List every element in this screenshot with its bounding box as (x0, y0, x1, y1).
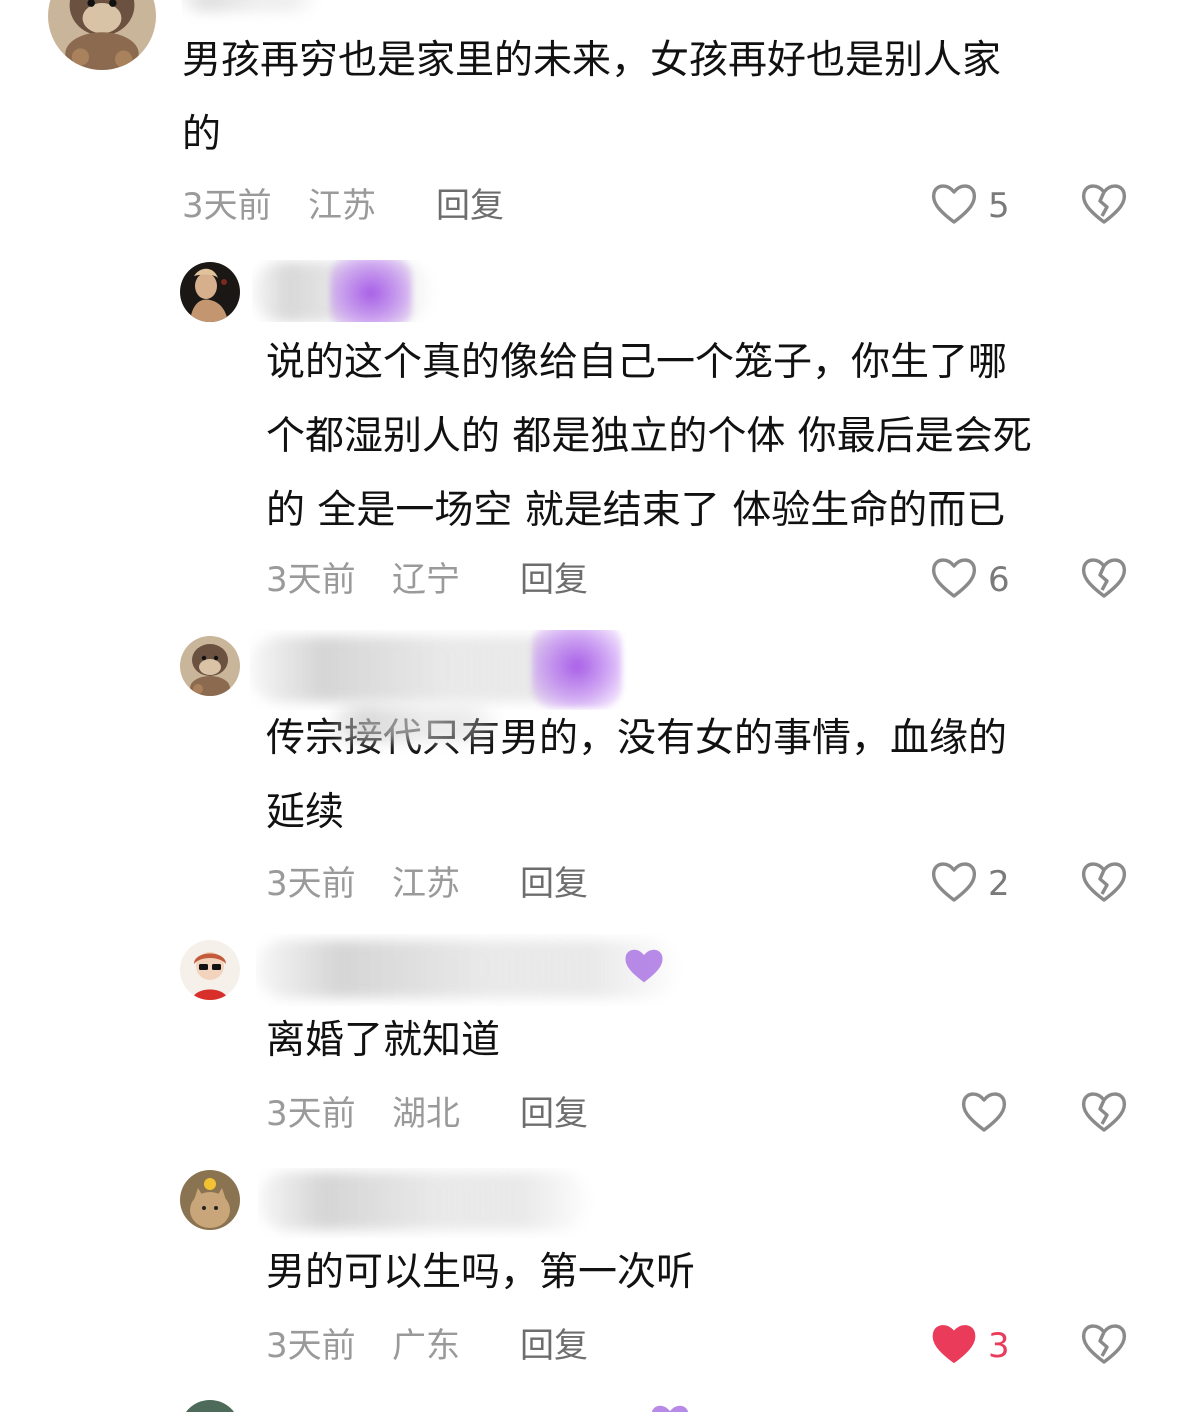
avatar-next[interactable] (180, 1400, 240, 1412)
reply-button[interactable]: 回复 (520, 1326, 588, 1366)
reply-button[interactable]: 回复 (520, 1094, 588, 1134)
reply-button[interactable]: 回复 (436, 186, 504, 226)
like-count: 2 (988, 864, 1010, 904)
comment-time: 3天前 (182, 186, 272, 226)
broken-heart-icon[interactable] (1080, 1322, 1128, 1366)
comment-time: 3天前 (266, 1094, 356, 1134)
purple-heart-icon (622, 946, 666, 986)
username[interactable] (250, 630, 630, 710)
comment-text-line: 男的可以生吗，第一次听 (266, 1250, 696, 1295)
broken-heart-icon[interactable] (1080, 182, 1128, 226)
comment-list: 男孩再穷也是家里的未来，女孩再好也是别人家 的 3天前 江苏 回复 5 说的这个… (0, 0, 1179, 1412)
heart-outline-icon[interactable] (930, 860, 978, 904)
broken-heart-icon[interactable] (1080, 1090, 1128, 1134)
comment-location: 辽宁 (392, 560, 460, 600)
comment-time: 3天前 (266, 560, 356, 600)
like-count: 6 (988, 560, 1010, 600)
heart-outline-icon[interactable] (930, 182, 978, 226)
like-count: 5 (988, 186, 1010, 226)
avatar-otter[interactable] (48, 0, 156, 70)
like-count: 3 (988, 1326, 1010, 1366)
comment-time: 3天前 (266, 864, 356, 904)
broken-heart-icon[interactable] (1080, 556, 1128, 600)
avatar-cartoon-boy[interactable] (180, 940, 240, 1000)
heart-outline-icon[interactable] (930, 556, 978, 600)
comment-location: 江苏 (392, 864, 460, 904)
username[interactable] (252, 260, 452, 322)
username[interactable] (256, 934, 686, 1006)
heart-outline-icon[interactable] (960, 1090, 1008, 1134)
username-blur-overflow (330, 706, 500, 742)
broken-heart-icon[interactable] (1080, 860, 1128, 904)
comment-text-line: 个都湿别人的 都是独立的个体 你最后是会死 (266, 414, 1032, 459)
avatar-cat[interactable] (180, 1170, 240, 1230)
comment-location: 江苏 (308, 186, 376, 226)
avatar-dark-portrait[interactable] (180, 262, 240, 322)
comment-text-line: 的 (182, 112, 222, 157)
purple-heart-icon (648, 1402, 692, 1412)
username[interactable] (258, 1168, 598, 1238)
comment-text-line: 的 全是一场空 就是结束了 体验生命的而已 (266, 488, 1006, 533)
comment-text-line: 延续 (266, 790, 345, 835)
reply-button[interactable]: 回复 (520, 864, 588, 904)
comment-text-line: 男孩再穷也是家里的未来，女孩再好也是别人家 (182, 38, 1002, 83)
comment-location: 湖北 (392, 1094, 460, 1134)
comment-time: 3天前 (266, 1326, 356, 1366)
avatar-otter[interactable] (180, 636, 240, 696)
comment-location: 广东 (392, 1326, 460, 1366)
reply-button[interactable]: 回复 (520, 560, 588, 600)
comment-text-line: 说的这个真的像给自己一个笼子，你生了哪 (266, 340, 1008, 385)
comment-text-line: 离婚了就知道 (266, 1018, 501, 1063)
heart-filled-icon[interactable] (930, 1322, 978, 1366)
